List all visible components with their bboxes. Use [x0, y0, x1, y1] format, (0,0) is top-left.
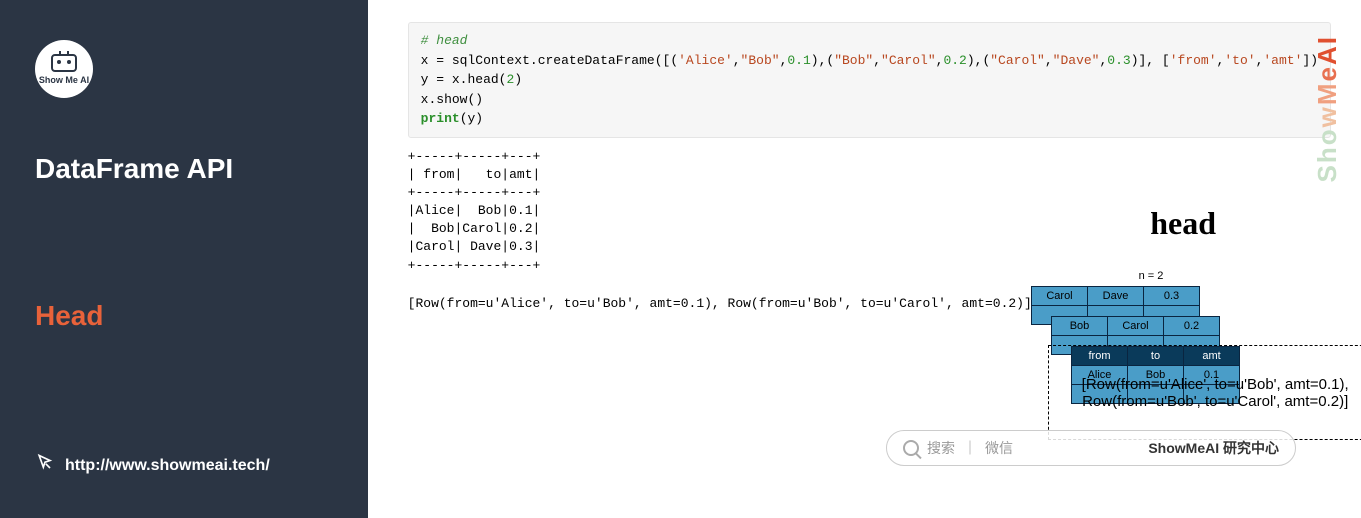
result-box: [Row(from=u'Alice', to=u'Bob', amt=0.1),… [1048, 345, 1361, 440]
n-label: n = 2 [1031, 270, 1271, 282]
head-label: head [1150, 205, 1216, 242]
code-block: # head x = sqlContext.createDataFrame([(… [408, 22, 1331, 138]
section-title: Head [35, 300, 333, 332]
footer-link[interactable]: http://www.showmeai.tech/ [35, 453, 333, 478]
logo-text: Show Me AI [39, 74, 89, 85]
search-bar[interactable]: 搜索 ｜ 微信 ShowMeAI 研究中心 [886, 430, 1296, 466]
cursor-icon [35, 453, 55, 478]
footer-url: http://www.showmeai.tech/ [65, 457, 270, 475]
watermark: ShowMeAI [1312, 35, 1343, 183]
search-icon [903, 440, 919, 456]
logo: Show Me AI [35, 40, 333, 98]
sidebar: Show Me AI DataFrame API Head http://www… [0, 0, 368, 518]
content-area: # head x = sqlContext.createDataFrame([(… [368, 0, 1361, 518]
page-title: DataFrame API [35, 153, 333, 185]
